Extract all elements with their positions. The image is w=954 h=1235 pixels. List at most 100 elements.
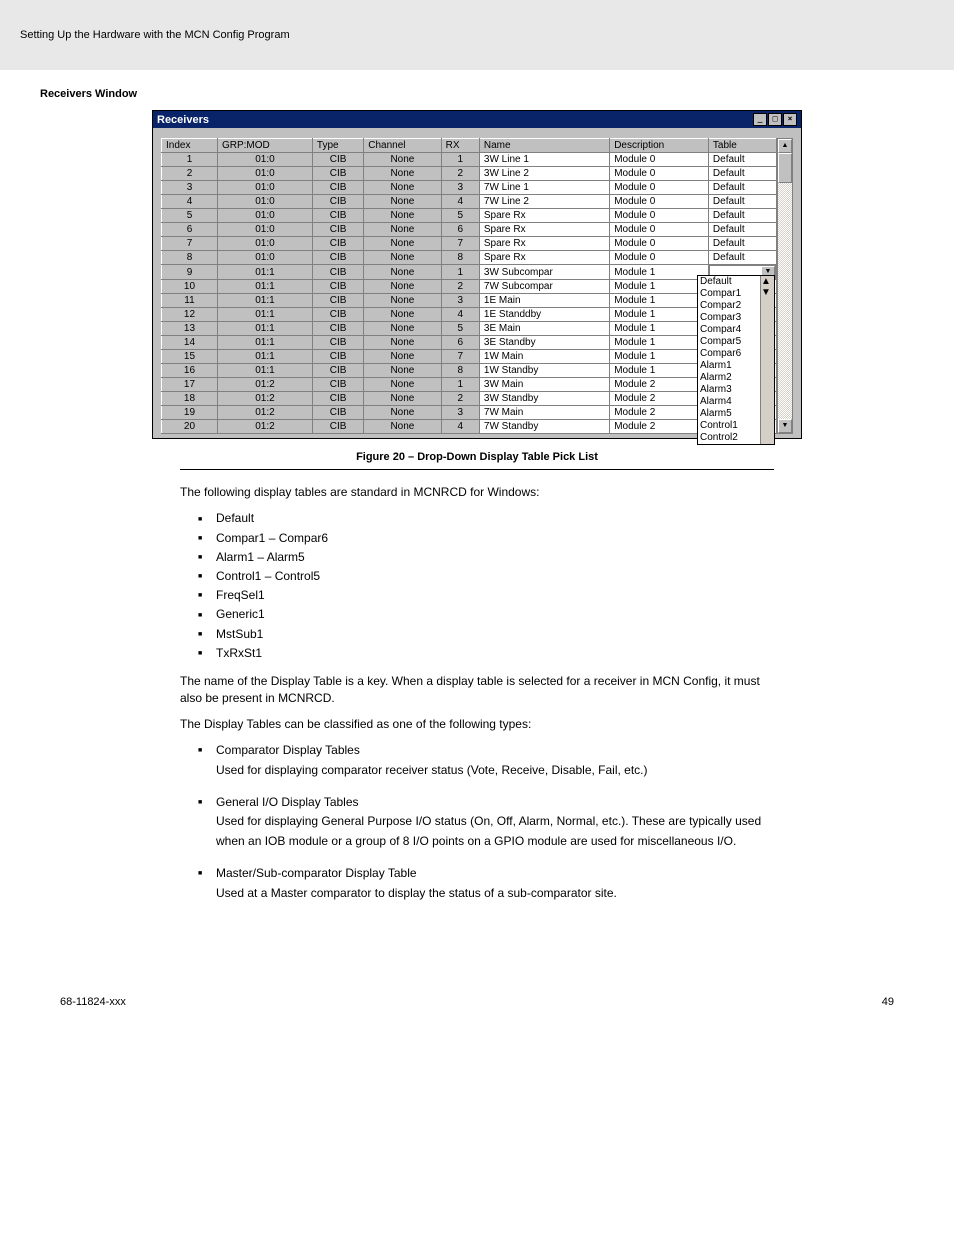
dropdown-option[interactable]: Alarm2 — [698, 372, 760, 384]
cell-name[interactable]: Spare Rx — [479, 251, 609, 265]
table-row[interactable]: 401:0CIBNone47W Line 2Module 0Default — [162, 195, 777, 209]
cell-rx[interactable]: 4 — [441, 420, 479, 434]
cell-index[interactable]: 15 — [162, 350, 218, 364]
dropdown-option[interactable]: Compar4 — [698, 324, 760, 336]
cell-type[interactable]: CIB — [312, 406, 363, 420]
cell-channel[interactable]: None — [364, 308, 441, 322]
cell-grpmod[interactable]: 01:1 — [217, 322, 312, 336]
scroll-thumb[interactable] — [778, 153, 792, 183]
col-header[interactable]: RX — [441, 139, 479, 153]
cell-name[interactable]: 3W Line 1 — [479, 153, 609, 167]
cell-grpmod[interactable]: 01:1 — [217, 350, 312, 364]
cell-table[interactable]: Default — [708, 153, 776, 167]
cell-index[interactable]: 10 — [162, 280, 218, 294]
table-row[interactable]: 501:0CIBNone5Spare RxModule 0Default — [162, 209, 777, 223]
cell-channel[interactable]: None — [364, 420, 441, 434]
col-header[interactable]: Description — [610, 139, 709, 153]
dropdown-option[interactable]: Alarm5 — [698, 408, 760, 420]
cell-description[interactable]: Module 0 — [610, 223, 709, 237]
dropdown-option[interactable]: Control1 — [698, 420, 760, 432]
dropdown-scroll-up[interactable]: ▲ — [761, 276, 774, 287]
cell-table[interactable]: Default — [708, 223, 776, 237]
cell-name[interactable]: Spare Rx — [479, 223, 609, 237]
col-header[interactable]: GRP:MOD — [217, 139, 312, 153]
cell-type[interactable]: CIB — [312, 294, 363, 308]
cell-type[interactable]: CIB — [312, 378, 363, 392]
cell-description[interactable]: Module 2 — [610, 378, 709, 392]
cell-name[interactable]: 7W Subcompar — [479, 280, 609, 294]
cell-rx[interactable]: 1 — [441, 265, 479, 280]
cell-name[interactable]: 7W Main — [479, 406, 609, 420]
cell-table[interactable]: Default — [708, 209, 776, 223]
cell-name[interactable]: 7W Line 1 — [479, 181, 609, 195]
cell-rx[interactable]: 1 — [441, 378, 479, 392]
cell-rx[interactable]: 7 — [441, 237, 479, 251]
table-row[interactable]: 1501:1CIBNone71W MainModule 1 — [162, 350, 777, 364]
cell-index[interactable]: 4 — [162, 195, 218, 209]
cell-name[interactable]: 3W Subcompar — [479, 265, 609, 280]
cell-type[interactable]: CIB — [312, 237, 363, 251]
cell-rx[interactable]: 8 — [441, 251, 479, 265]
cell-index[interactable]: 19 — [162, 406, 218, 420]
cell-index[interactable]: 12 — [162, 308, 218, 322]
cell-name[interactable]: Spare Rx — [479, 237, 609, 251]
col-header[interactable]: Type — [312, 139, 363, 153]
cell-index[interactable]: 8 — [162, 251, 218, 265]
cell-channel[interactable]: None — [364, 223, 441, 237]
dropdown-option[interactable]: Compar2 — [698, 300, 760, 312]
cell-description[interactable]: Module 1 — [610, 308, 709, 322]
table-row[interactable]: 1901:2CIBNone37W MainModule 2 — [162, 406, 777, 420]
cell-type[interactable]: CIB — [312, 392, 363, 406]
cell-type[interactable]: CIB — [312, 167, 363, 181]
cell-grpmod[interactable]: 01:1 — [217, 280, 312, 294]
cell-description[interactable]: Module 1 — [610, 336, 709, 350]
cell-description[interactable]: Module 0 — [610, 209, 709, 223]
scroll-track[interactable] — [778, 183, 792, 419]
cell-grpmod[interactable]: 01:0 — [217, 223, 312, 237]
cell-type[interactable]: CIB — [312, 223, 363, 237]
cell-name[interactable]: Spare Rx — [479, 209, 609, 223]
table-row[interactable]: 701:0CIBNone7Spare RxModule 0Default — [162, 237, 777, 251]
scroll-up-button[interactable]: ▲ — [778, 139, 792, 153]
table-row[interactable]: 101:0CIBNone13W Line 1Module 0Default — [162, 153, 777, 167]
cell-grpmod[interactable]: 01:0 — [217, 209, 312, 223]
cell-type[interactable]: CIB — [312, 195, 363, 209]
table-row[interactable]: 1001:1CIBNone27W SubcomparModule 1 — [162, 280, 777, 294]
table-row[interactable]: 1101:1CIBNone31E MainModule 1 — [162, 294, 777, 308]
maximize-button[interactable]: □ — [768, 113, 782, 126]
table-dropdown[interactable]: ▲ ▼ DefaultCompar1Compar2Compar3Compar4C… — [697, 275, 775, 445]
cell-channel[interactable]: None — [364, 265, 441, 280]
cell-description[interactable]: Module 0 — [610, 195, 709, 209]
cell-channel[interactable]: None — [364, 209, 441, 223]
cell-rx[interactable]: 1 — [441, 153, 479, 167]
cell-index[interactable]: 7 — [162, 237, 218, 251]
cell-name[interactable]: 7W Standby — [479, 420, 609, 434]
dropdown-option[interactable]: Compar5 — [698, 336, 760, 348]
cell-description[interactable]: Module 2 — [610, 392, 709, 406]
receivers-table[interactable]: IndexGRP:MODTypeChannelRXNameDescription… — [161, 138, 777, 434]
cell-channel[interactable]: None — [364, 181, 441, 195]
cell-type[interactable]: CIB — [312, 265, 363, 280]
cell-description[interactable]: Module 1 — [610, 280, 709, 294]
cell-type[interactable]: CIB — [312, 420, 363, 434]
cell-name[interactable]: 1E Standdby — [479, 308, 609, 322]
cell-grpmod[interactable]: 01:1 — [217, 364, 312, 378]
cell-grpmod[interactable]: 01:1 — [217, 336, 312, 350]
cell-description[interactable]: Module 0 — [610, 167, 709, 181]
cell-channel[interactable]: None — [364, 392, 441, 406]
cell-rx[interactable]: 3 — [441, 294, 479, 308]
cell-channel[interactable]: None — [364, 280, 441, 294]
cell-type[interactable]: CIB — [312, 336, 363, 350]
col-header[interactable]: Name — [479, 139, 609, 153]
cell-table[interactable]: Default — [708, 251, 776, 265]
cell-type[interactable]: CIB — [312, 181, 363, 195]
cell-grpmod[interactable]: 01:0 — [217, 237, 312, 251]
cell-name[interactable]: 1W Main — [479, 350, 609, 364]
cell-channel[interactable]: None — [364, 350, 441, 364]
table-row[interactable]: 1201:1CIBNone41E StanddbyModule 1 — [162, 308, 777, 322]
cell-rx[interactable]: 6 — [441, 223, 479, 237]
cell-channel[interactable]: None — [364, 406, 441, 420]
dropdown-option[interactable]: Alarm1 — [698, 360, 760, 372]
cell-table[interactable]: Default — [708, 195, 776, 209]
cell-rx[interactable]: 7 — [441, 350, 479, 364]
